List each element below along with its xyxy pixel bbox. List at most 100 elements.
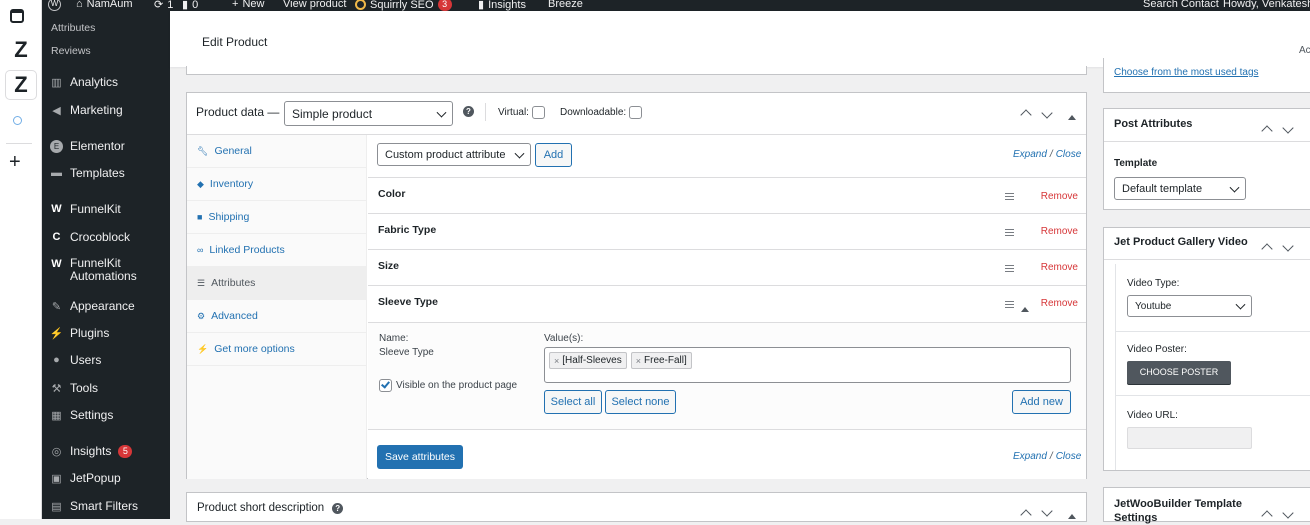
drag-handle-icon[interactable]: [1005, 193, 1014, 200]
toggle-panel-button[interactable]: [1068, 108, 1076, 123]
most-used-tags-link[interactable]: Choose from the most used tags: [1114, 67, 1259, 78]
virtual-checkbox[interactable]: [531, 106, 545, 119]
toggle-panel-button[interactable]: [1068, 507, 1076, 522]
save-attributes-button[interactable]: Save attributes: [377, 445, 463, 469]
menu-funnelkit[interactable]: W FunnelKit: [50, 202, 168, 216]
move-down-button[interactable]: [1282, 505, 1294, 520]
wordpress-icon[interactable]: W: [48, 0, 61, 11]
downloadable-checkbox[interactable]: [629, 106, 643, 119]
menu-smart-filters[interactable]: ▤ Smart Filters: [50, 499, 168, 513]
search-icon[interactable]: [13, 116, 22, 125]
squirrly-link[interactable]: Squirrly SEO 3: [355, 0, 452, 11]
view-product-link[interactable]: View product: [283, 0, 346, 10]
drag-handle-icon[interactable]: [1005, 265, 1014, 272]
attribute-row-fabric-type[interactable]: Fabric Type Remove: [368, 214, 1086, 250]
choose-poster-button[interactable]: CHOOSE POSTER: [1127, 361, 1231, 384]
remove-link[interactable]: Remove: [1041, 262, 1078, 273]
move-down-button[interactable]: [1041, 503, 1053, 518]
plugin-icon: ⚡: [197, 343, 209, 354]
bar-chart-icon: ▮: [478, 0, 485, 11]
remove-link[interactable]: Remove: [1041, 191, 1078, 202]
z-app-button[interactable]: Z: [6, 36, 36, 64]
select-none-button[interactable]: Select none: [605, 390, 676, 414]
product-type-select[interactable]: Simple product: [284, 101, 453, 126]
menu-analytics[interactable]: ▥ Analytics: [50, 75, 168, 89]
value-chip[interactable]: × Free-Fall]: [630, 352, 692, 369]
tab-general[interactable]: 🔧︎ General: [187, 135, 367, 168]
menu-tools[interactable]: ⚒ Tools: [50, 381, 168, 395]
submenu-reviews[interactable]: Reviews: [51, 45, 91, 57]
chevron-down-icon: [1282, 240, 1294, 252]
submenu-attributes[interactable]: Attributes: [51, 22, 95, 34]
close-link[interactable]: Close: [1056, 149, 1082, 160]
menu-elementor[interactable]: E Elementor: [50, 139, 168, 153]
site-name-link[interactable]: ⌂ NamAum: [76, 0, 133, 10]
tab-get-more-options[interactable]: ⚡ Get more options: [187, 333, 367, 366]
menu-jetpopup[interactable]: ▣ JetPopup: [50, 471, 168, 485]
tab-advanced[interactable]: ⚙ Advanced: [187, 300, 367, 333]
move-up-button[interactable]: [1020, 507, 1032, 522]
wrench-icon: 🔧︎: [197, 145, 209, 156]
value-chip[interactable]: × [Half-Sleeves: [549, 352, 627, 369]
custom-attribute-select[interactable]: Custom product attribute: [377, 143, 531, 166]
add-attribute-button[interactable]: Add: [535, 143, 572, 167]
expand-link[interactable]: Expand: [1013, 451, 1047, 462]
menu-users[interactable]: ● Users: [50, 353, 168, 367]
z-app-button-active[interactable]: Z: [6, 71, 36, 99]
menu-insights[interactable]: ◎ Insights 5: [50, 444, 168, 458]
app-strip: Z Z +: [0, 0, 42, 519]
menu-settings[interactable]: ▦ Settings: [50, 408, 168, 422]
visible-checkbox[interactable]: [379, 379, 392, 392]
updates-link[interactable]: ⟳ 1: [154, 0, 173, 11]
remove-link[interactable]: Remove: [1041, 226, 1078, 237]
expand-link[interactable]: Expand: [1013, 149, 1047, 160]
menu-plugins[interactable]: ⚡ Plugins: [50, 326, 168, 340]
menu-templates[interactable]: ▬ Templates: [50, 166, 168, 180]
remove-chip-icon[interactable]: ×: [554, 356, 559, 366]
menu-label: FunnelKit Automations: [70, 256, 137, 283]
close-link[interactable]: Close: [1056, 451, 1082, 462]
search-contact-link[interactable]: Search Contact: [1143, 0, 1219, 10]
tab-shipping[interactable]: ■ Shipping: [187, 201, 367, 234]
remove-chip-icon[interactable]: ×: [636, 356, 641, 366]
move-down-button[interactable]: [1282, 238, 1294, 253]
remove-link[interactable]: Remove: [1041, 298, 1078, 309]
menu-marketing[interactable]: ◀ Marketing: [50, 103, 168, 117]
howdy-link[interactable]: Howdy, Venkatesh: [1223, 0, 1310, 10]
tab-linked-products[interactable]: ∞ Linked Products: [187, 234, 367, 267]
menu-crocoblock[interactable]: C Crocoblock: [50, 230, 168, 244]
video-poster-label: Video Poster:: [1127, 344, 1187, 355]
drag-handle-icon[interactable]: [1005, 229, 1014, 236]
values-input[interactable]: × [Half-Sleeves × Free-Fall]: [544, 347, 1071, 383]
video-type-select[interactable]: Youtube: [1127, 295, 1252, 317]
attribute-row-size[interactable]: Size Remove: [368, 250, 1086, 286]
select-all-button[interactable]: Select all: [544, 390, 602, 414]
menu-funnelkit-automations[interactable]: W FunnelKit Automations: [50, 257, 168, 283]
move-down-button[interactable]: [1282, 120, 1294, 135]
template-select[interactable]: Default template: [1114, 177, 1246, 200]
move-down-button[interactable]: [1041, 105, 1053, 120]
plus-icon[interactable]: +: [9, 152, 21, 172]
product-data-tabs: 🔧︎ General ◆ Inventory ■ Shipping ∞ Linked P…: [187, 135, 367, 479]
help-icon[interactable]: ?: [332, 502, 344, 514]
attribute-row-color[interactable]: Color Remove: [368, 177, 1086, 214]
move-up-button[interactable]: [1261, 123, 1273, 138]
move-up-button[interactable]: [1261, 508, 1273, 523]
new-link[interactable]: + New: [232, 0, 264, 10]
move-up-button[interactable]: [1261, 241, 1273, 256]
breeze-link[interactable]: Breeze: [548, 0, 583, 10]
drag-handle-icon[interactable]: [1005, 301, 1014, 308]
attribute-row-sleeve-type[interactable]: Sleeve Type Remove: [368, 286, 1086, 323]
help-icon[interactable]: ?: [463, 106, 474, 117]
collapse-toggle[interactable]: [1021, 300, 1029, 315]
add-new-button[interactable]: Add new: [1012, 390, 1071, 414]
chevron-down-icon: [1229, 182, 1240, 193]
tab-inventory[interactable]: ◆ Inventory: [187, 168, 367, 201]
tab-attributes[interactable]: ☰ Attributes: [187, 267, 367, 300]
window-icon[interactable]: [10, 9, 24, 23]
comments-link[interactable]: ▮ 0: [182, 0, 198, 11]
video-url-input[interactable]: [1127, 427, 1252, 449]
menu-appearance[interactable]: ✎ Appearance: [50, 299, 168, 313]
move-up-button[interactable]: [1020, 107, 1032, 122]
insights-link[interactable]: ▮ Insights: [478, 0, 526, 11]
